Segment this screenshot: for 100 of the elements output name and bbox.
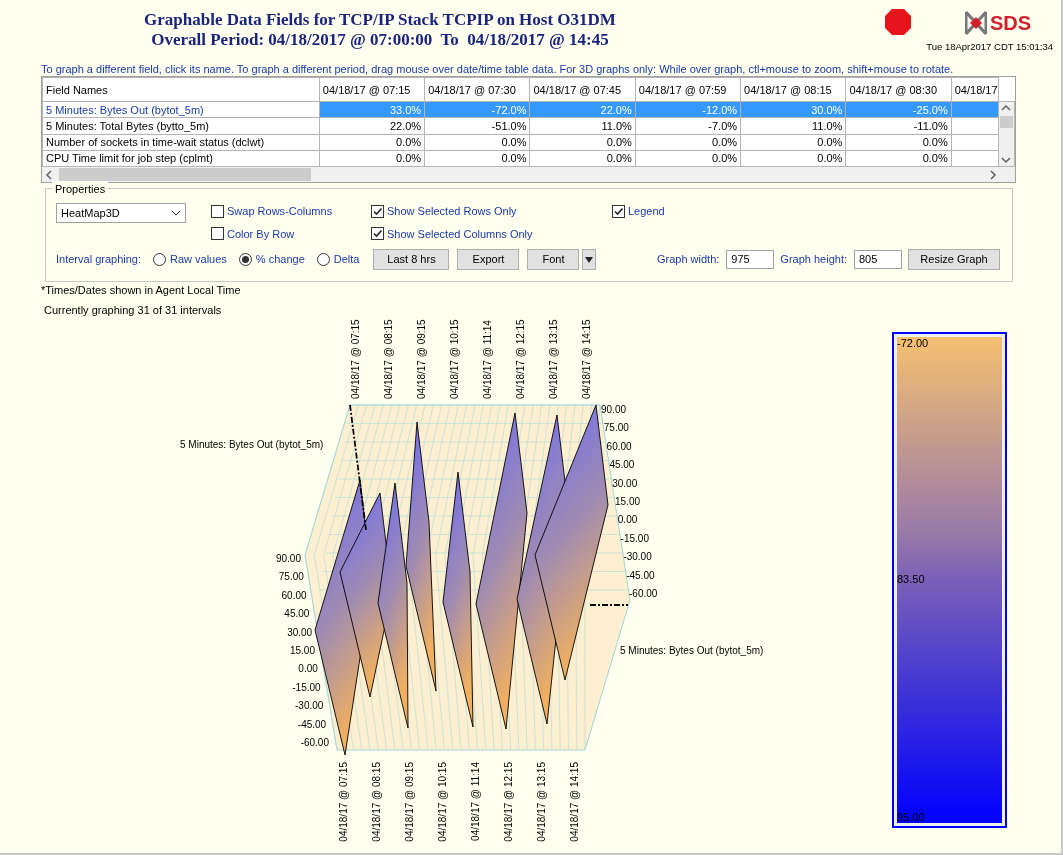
page-title: Overall Period: 04/18/2017 @ 07:00:00 To 04/18/2017 @ 14:45	[151, 30, 609, 50]
axis-line	[589, 604, 629, 606]
axis-label: 04/18/17 @ 14:15	[569, 762, 580, 842]
radio-label[interactable]: Raw values	[170, 250, 227, 268]
checkbox[interactable]	[211, 227, 224, 241]
tick-label: 45.00	[609, 459, 635, 471]
radio-button[interactable]	[316, 252, 330, 266]
scrollbar-thumb[interactable]	[59, 168, 311, 181]
vertical-scrollbar[interactable]	[999, 102, 1014, 166]
scroll-down-icon[interactable]	[999, 154, 1014, 166]
tick-label: 30.00	[612, 477, 638, 489]
checkbox[interactable]	[612, 204, 625, 218]
table-cell[interactable]: 22.0%	[319, 117, 425, 134]
tick-label: 0.00	[298, 663, 318, 675]
table-cell[interactable]: 0.0%	[424, 150, 530, 167]
axis-label: 04/18/17 @ 10:15	[437, 762, 448, 842]
caret-icon	[585, 256, 594, 263]
tick-label: 75.00	[278, 571, 304, 583]
group-title: Properties	[52, 181, 109, 198]
checkbox-label[interactable]: Color By Row	[227, 225, 295, 242]
tick-label: -45.00	[297, 718, 327, 730]
tick-label: -45.00	[626, 569, 655, 581]
checkbox[interactable]	[211, 204, 224, 218]
tick-label: -15.00	[292, 681, 321, 693]
axis-label: 04/18/17 @ 10:15	[449, 319, 460, 399]
table-cell[interactable]: 0.0%	[635, 134, 741, 151]
note-text: *Times/Dates shown in Agent Local Time	[41, 283, 242, 297]
field-name[interactable]: 5 Minutes: Bytes Out (bytot_5m)	[42, 101, 320, 118]
checkbox-label[interactable]: Show Selected Columns Only	[387, 225, 533, 242]
stop-icon[interactable]	[884, 8, 912, 36]
column-header: Field Names	[42, 77, 320, 102]
table-cell[interactable]: 0.0%	[845, 134, 952, 151]
table-cell[interactable]: 0.0%	[529, 134, 636, 151]
tick-label: 60.00	[281, 589, 307, 601]
column-header: 04/18/17 @ 07:45	[529, 77, 636, 102]
chart-type-select[interactable]: HeatMap3D	[56, 203, 186, 223]
font-menu-button[interactable]	[582, 248, 597, 270]
resize-button[interactable]: Resize Graph	[908, 248, 1000, 270]
scrollbar-thumb[interactable]	[999, 116, 1013, 128]
series-label: 5 Minutes: Bytes Out (bytot_5m)	[620, 645, 764, 656]
tick-label: -60.00	[629, 588, 658, 599]
axis-label: 04/18/17 @ 07:15	[350, 319, 361, 399]
action-button[interactable]: Font	[527, 248, 580, 270]
checkbox-label[interactable]: Show Selected Rows Only	[387, 203, 517, 220]
radio-label[interactable]: % change	[255, 250, 305, 268]
tick-label: 90.00	[275, 553, 301, 564]
tick-label: -60.00	[300, 737, 329, 748]
action-button[interactable]: Export	[457, 248, 520, 270]
checkbox-label[interactable]: Swap Rows-Columns	[227, 203, 333, 220]
table-cell[interactable]: 0.0%	[635, 150, 741, 167]
field-name[interactable]: Number of sockets in time-wait status (dclwt)	[42, 134, 320, 151]
axis-label: 04/18/17 @ 11:14	[482, 320, 493, 399]
tick-label: 30.00	[287, 626, 313, 638]
axis-label: 04/18/17 @ 14:15	[581, 319, 592, 399]
page-title: Graphable Data Fields for TCP/IP Stack TCPIP on Host O31DM	[144, 10, 616, 30]
column-header: 04/18/17 @ 07:59	[635, 77, 741, 102]
checkbox-label[interactable]: Legend	[628, 203, 665, 220]
width-label: Graph width:	[656, 251, 720, 267]
radio-button[interactable]	[238, 252, 252, 266]
checkbox[interactable]	[371, 204, 384, 218]
axis-label: 04/18/17 @ 13:15	[536, 762, 547, 842]
axis-label: 04/18/17 @ 09:15	[416, 319, 427, 399]
axis-label: 04/18/17 @ 11:14	[470, 762, 481, 841]
tick-label: -30.00	[623, 551, 652, 563]
table-cell[interactable]: 0.0%	[529, 150, 636, 167]
width-field[interactable]: 975	[726, 249, 775, 269]
table-cell[interactable]: 11.0%	[740, 117, 846, 134]
axis-label: 04/18/17 @ 09:15	[404, 762, 415, 842]
table-cell[interactable]: 0.0%	[740, 150, 846, 167]
tick-label: 90.00	[601, 404, 627, 415]
logo-text: SDS	[990, 12, 1032, 34]
height-field[interactable]: 805	[854, 249, 902, 269]
table-cell[interactable]: -11.0%	[845, 117, 952, 134]
axis-label: 04/18/17 @ 07:15	[338, 762, 349, 842]
axis-label: 04/18/17 @ 13:15	[548, 319, 559, 399]
radio-label[interactable]: Delta	[333, 250, 360, 268]
tick-label: 45.00	[284, 608, 310, 620]
table-cell[interactable]: -51.0%	[424, 117, 530, 134]
table-cell[interactable]: 0.0%	[319, 134, 425, 151]
timestamp: Tue 18Apr2017 CDT 15:01:34	[926, 40, 1053, 54]
status-text: Currently graphing 31 of 31 intervals	[44, 303, 223, 317]
tick-label: 0.00	[617, 514, 638, 526]
axis-label: 04/18/17 @ 12:15	[503, 762, 514, 842]
legend-label: 95.00	[897, 811, 925, 823]
field-name[interactable]: 5 Minutes: Total Bytes (bytto_5m)	[42, 117, 320, 134]
column-header: 04/18/17 @ 08:15	[740, 77, 846, 102]
table-cell[interactable]: 0.0%	[319, 150, 425, 167]
axis-label: 04/18/17 @ 08:15	[383, 319, 394, 399]
table-cell[interactable]: 0.0%	[845, 150, 952, 167]
action-button[interactable]: Last 8 hrs	[373, 248, 450, 270]
table-cell[interactable]: 11.0%	[529, 117, 636, 134]
height-label: Graph height:	[780, 251, 847, 267]
field-name[interactable]: CPU Time limit for job step (cplmt)	[42, 150, 320, 167]
checkbox[interactable]	[371, 227, 384, 241]
tick-label: 60.00	[606, 440, 632, 452]
table-cell[interactable]: -7.0%	[635, 117, 741, 134]
table-cell[interactable]: 0.0%	[424, 134, 530, 151]
radio-button[interactable]	[153, 252, 166, 266]
axis-label: 04/18/17 @ 12:15	[515, 319, 526, 399]
table-cell[interactable]: 0.0%	[740, 134, 846, 151]
